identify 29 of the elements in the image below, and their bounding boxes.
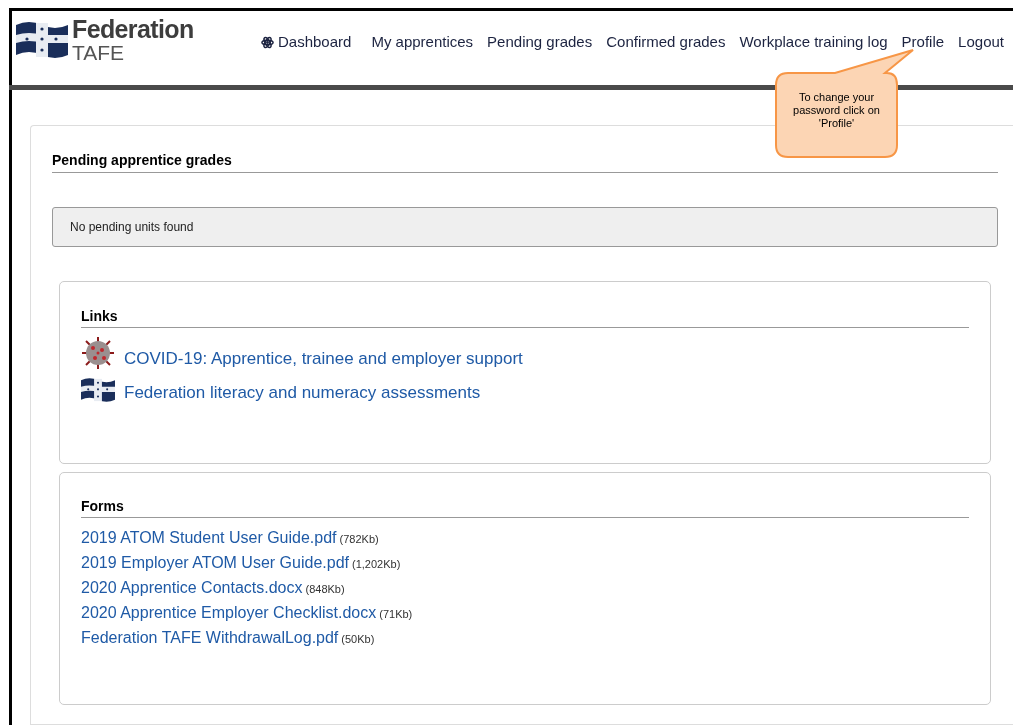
logo-subtitle: TAFE <box>72 42 126 63</box>
virus-icon <box>81 336 115 370</box>
callout-text: To change your password click on 'Profile' <box>792 91 881 130</box>
file-size: (782Kb) <box>339 532 379 547</box>
flag-logo-icon <box>16 19 68 61</box>
link[interactable]: Federation literacy and numeracy assessments <box>124 382 481 404</box>
nav-link[interactable]: Profile <box>901 31 945 54</box>
nav-link[interactable]: Confirmed grades <box>606 31 726 54</box>
file-size: (71Kb) <box>379 607 413 622</box>
file-size: (50Kb) <box>341 632 375 647</box>
atom-icon <box>261 35 274 49</box>
nav-link[interactable]: Workplace training log <box>739 31 888 54</box>
nav-link[interactable]: Logout <box>958 31 1004 54</box>
file-link[interactable]: Federation TAFE WithdrawalLog.pdf <box>81 627 339 648</box>
file-size: (848Kb) <box>305 582 345 597</box>
file-link[interactable]: 2019 ATOM Student User Guide.pdf <box>81 527 337 548</box>
file-size: (1,202Kb) <box>352 557 401 572</box>
nav-link[interactable]: My apprentices <box>371 31 474 54</box>
nav-link[interactable]: Dashboard <box>261 31 352 54</box>
alert-message: No pending units found <box>70 219 194 236</box>
file-link[interactable]: 2020 Apprentice Contacts.docx <box>81 577 303 598</box>
file-link[interactable]: 2020 Apprentice Employer Checklist.docx <box>81 602 377 623</box>
file-link[interactable]: 2019 Employer ATOM User Guide.pdf <box>81 552 349 573</box>
link[interactable]: COVID-19: Apprentice, trainee and employer support <box>124 348 523 370</box>
section-heading: Forms <box>81 496 969 518</box>
nav-link[interactable]: Pending grades <box>487 31 593 54</box>
section-heading: Links <box>81 306 969 328</box>
logo-name: Federation <box>72 17 194 42</box>
flag-icon <box>81 376 115 404</box>
